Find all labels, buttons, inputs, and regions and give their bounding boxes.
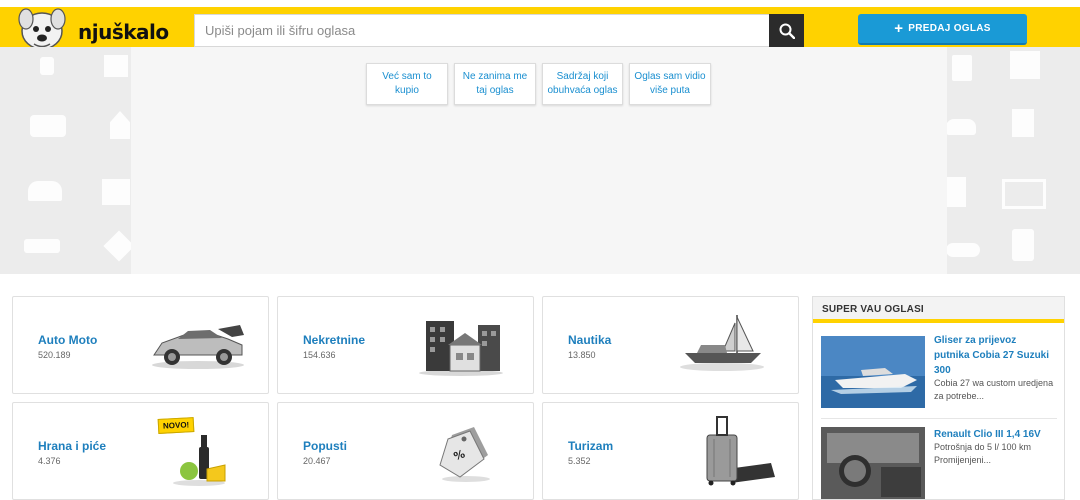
category-name: Hrana i piće (38, 439, 107, 453)
category-nekretnine[interactable]: Nekretnine 154.636 (277, 296, 534, 394)
buildings-icon (419, 321, 503, 376)
header-bar: njuškalo + PREDAJ OGLAS (0, 0, 1080, 50)
ad-title[interactable]: Gliser za prijevoz putnika Cobia 27 Suzu… (934, 333, 1054, 378)
category-name: Nautika (568, 333, 612, 347)
feedback-seen-often-button[interactable]: Oglas sam vidio više puta (629, 63, 711, 105)
ad-thumbnail (821, 336, 925, 408)
search-button[interactable] (769, 14, 804, 47)
featured-ad[interactable]: Renault Clio III 1,4 16V Potrošnja do 5 … (813, 421, 1064, 500)
feedback-not-interested-button[interactable]: Ne zanima me taj oglas (454, 63, 536, 105)
category-count: 154.636 (303, 350, 336, 360)
category-turizam[interactable]: Turizam 5.352 (542, 402, 799, 500)
feedback-bought-button[interactable]: Već sam to kupio (366, 63, 448, 105)
decorative-icon (28, 181, 62, 201)
decorative-icon (102, 179, 130, 205)
category-name: Auto Moto (38, 333, 98, 347)
decorative-icon (1010, 51, 1040, 79)
sidebar-title: SUPER VAU OGLASI (813, 297, 1064, 323)
car-icon (152, 325, 244, 369)
featured-ad[interactable]: Gliser za prijevoz putnika Cobia 27 Suzu… (813, 329, 1064, 413)
feedback-label: Ne zanima me taj oglas (462, 71, 528, 96)
super-vau-ads-panel: SUPER VAU OGLASI Gliser za prijevoz putn… (812, 296, 1065, 500)
feedback-label: Oglas sam vidio više puta (634, 71, 706, 96)
category-name: Popusti (303, 439, 347, 453)
divider (821, 418, 1057, 419)
category-popusti[interactable]: Popusti 20.467 % (277, 402, 534, 500)
food-icon (173, 435, 226, 486)
category-count: 4.376 (38, 456, 61, 466)
decorative-icon (1012, 229, 1034, 261)
category-name: Turizam (568, 439, 614, 453)
feedback-label: Već sam to kupio (382, 71, 432, 96)
feedback-label: Sadržaj koji obuhvaća oglas (547, 71, 618, 96)
decorative-icon (952, 55, 972, 81)
category-name: Nekretnine (303, 333, 366, 347)
plus-icon: + (894, 20, 904, 37)
decorative-icon (946, 119, 976, 135)
decorative-icon (1012, 109, 1034, 137)
sell-ad-label: PREDAJ OGLAS (908, 23, 991, 34)
search-bar (194, 14, 804, 47)
category-auto-moto[interactable]: Auto Moto 520.189 (12, 296, 269, 394)
boat-icon (680, 315, 764, 371)
decorative-icon (40, 57, 54, 75)
search-icon (779, 23, 795, 39)
decorative-icon (103, 230, 135, 262)
logo-text: njuškalo (78, 20, 169, 44)
decorative-icon (946, 177, 966, 207)
ad-thumbnail (821, 427, 925, 499)
decorative-icon (30, 115, 66, 137)
category-count: 13.850 (568, 350, 596, 360)
discount-tag-icon: % (439, 427, 490, 482)
category-nautika[interactable]: Nautika 13.850 (542, 296, 799, 394)
search-input[interactable] (194, 14, 769, 47)
category-hrana-i-pice[interactable]: Hrana i piće 4.376 NOVO! (12, 402, 269, 500)
category-count: 5.352 (568, 456, 591, 466)
ad-placeholder (131, 47, 947, 274)
decorative-icon (946, 243, 980, 257)
category-count: 20.467 (303, 456, 331, 466)
suitcase-icon (706, 416, 775, 486)
decorative-icon (24, 239, 60, 253)
ad-description: Potrošnja do 5 l/ 100 km Promijenjeni... (934, 442, 1032, 465)
decorative-icon (104, 55, 128, 77)
sell-ad-button[interactable]: + PREDAJ OGLAS (858, 14, 1027, 45)
ad-description: Cobia 27 wa custom uredjena za potrebe..… (934, 378, 1054, 401)
ad-title[interactable]: Renault Clio III 1,4 16V (934, 427, 1054, 442)
category-count: 520.189 (38, 350, 71, 360)
decorative-icon (1002, 179, 1046, 209)
decorative-icon (110, 111, 130, 139)
feedback-offensive-button[interactable]: Sadržaj koji obuhvaća oglas (542, 63, 623, 105)
